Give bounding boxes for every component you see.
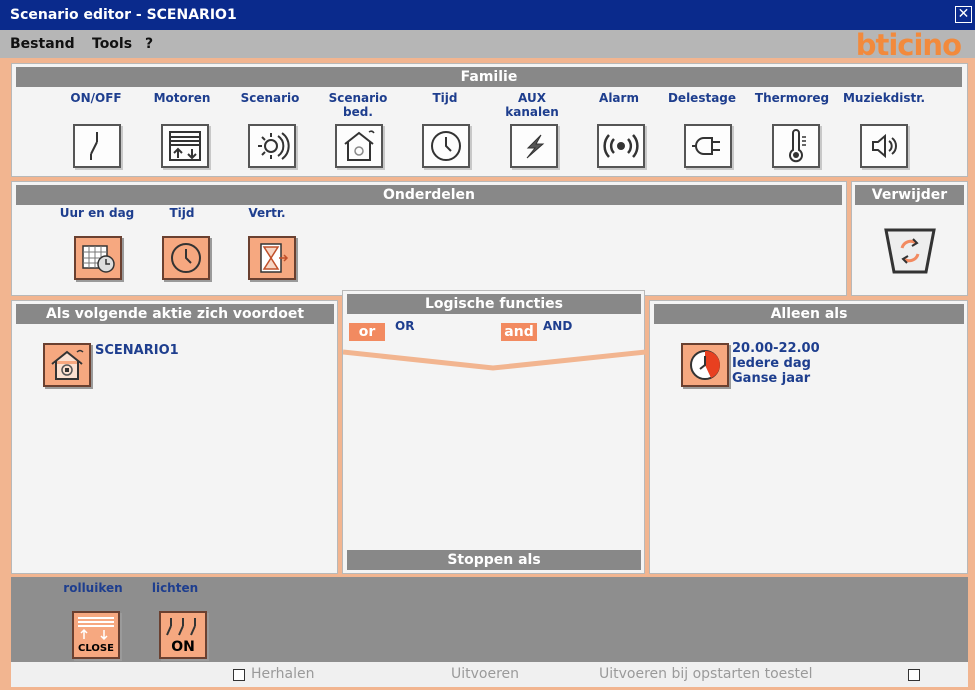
hourglass-icon[interactable]	[248, 236, 296, 280]
onderdelen-panel: Onderdelen Uur en dag Tijd Vertr.	[11, 181, 847, 296]
familie-label-muziek: Muziekdistr.	[842, 91, 926, 105]
on-badge: ON	[171, 639, 195, 655]
lightning-icon[interactable]	[510, 124, 558, 168]
action-label-rolluiken: rolluiken	[63, 581, 123, 595]
and-button[interactable]: and	[501, 323, 537, 341]
close-badge: CLOSE	[78, 643, 114, 654]
and-label: AND	[543, 319, 573, 333]
alleen-panel: Alleen als 20.00-22.00 Iedere dag Ganse …	[649, 300, 968, 574]
familie-title: Familie	[16, 67, 962, 87]
shutter-close-icon[interactable]: CLOSE	[72, 611, 120, 659]
familie-label-aux: AUX kanalen	[505, 91, 559, 119]
logische-panel: Logische functies or OR and AND Stoppen …	[342, 290, 646, 574]
menu-help[interactable]: ?	[145, 36, 153, 52]
familie-label-scenario-bed: Scenario bed.	[328, 91, 388, 119]
onderdelen-title: Onderdelen	[16, 185, 842, 205]
menu-tools[interactable]: Tools	[92, 36, 132, 52]
speaker-icon[interactable]	[860, 124, 908, 168]
onderdelen-label-vertr: Vertr.	[248, 206, 286, 220]
menu-bestand[interactable]: Bestand	[10, 36, 75, 52]
bticino-logo: bticino	[855, 28, 962, 62]
alarm-icon[interactable]	[597, 124, 645, 168]
shutter-icon[interactable]	[161, 124, 209, 168]
execute-button[interactable]: Uitvoeren	[451, 666, 519, 682]
recycle-bin-icon[interactable]	[882, 226, 938, 276]
familie-label-scenario: Scenario	[240, 91, 300, 105]
scenario-house-icon[interactable]	[335, 124, 383, 168]
familie-label-delestage: Delestage	[667, 91, 737, 105]
window-title: Scenario editor - SCENARIO1	[10, 7, 237, 23]
als-title: Als volgende aktie zich voordoet	[16, 304, 334, 324]
clock-icon[interactable]	[422, 124, 470, 168]
clock-icon[interactable]	[162, 236, 210, 280]
execute-startup-checkbox[interactable]	[908, 669, 920, 681]
plug-icon[interactable]	[684, 124, 732, 168]
repeat-label: Herhalen	[251, 666, 315, 682]
scenario-icon[interactable]	[248, 124, 296, 168]
action-label-lichten: lichten	[151, 581, 199, 595]
verwijder-panel: Verwijder	[851, 181, 968, 296]
familie-label-tijd: Tijd	[432, 91, 458, 105]
switch-icon[interactable]	[73, 124, 121, 168]
thermometer-icon[interactable]	[772, 124, 820, 168]
repeat-checkbox[interactable]	[233, 669, 245, 681]
or-button[interactable]: or	[349, 323, 385, 341]
menu-bar: Bestand Tools ? bticino	[0, 28, 975, 62]
alleen-title: Alleen als	[654, 304, 964, 324]
time-condition-icon[interactable]	[681, 343, 729, 387]
verwijder-title: Verwijder	[855, 185, 964, 205]
condition-time: 20.00-22.00	[732, 341, 820, 356]
onderdelen-label-tijd: Tijd	[169, 206, 195, 220]
als-panel: Als volgende aktie zich voordoet SCENARI…	[11, 300, 338, 574]
scenario-trigger-icon[interactable]	[43, 343, 91, 387]
trigger-label: SCENARIO1	[95, 343, 179, 358]
stoppen-title: Stoppen als	[347, 550, 641, 570]
lights-on-icon[interactable]: ON	[159, 611, 207, 659]
close-icon[interactable]: ✕	[955, 6, 972, 23]
familie-label-thermoreg: Thermoreg	[754, 91, 830, 105]
execute-startup-label: Uitvoeren bij opstarten toestel	[599, 666, 813, 682]
familie-label-motoren: Motoren	[153, 91, 211, 105]
condition-day: Iedere dag	[732, 356, 811, 371]
onderdelen-label-uur: Uur en dag	[59, 206, 135, 220]
scenario-editor-window: Scenario editor - SCENARIO1 ✕ Bestand To…	[0, 0, 975, 690]
familie-label-alarm: Alarm	[599, 91, 639, 105]
footer-bar: Herhalen Uitvoeren Uitvoeren bij opstart…	[11, 662, 968, 687]
calendar-clock-icon[interactable]	[74, 236, 122, 280]
or-label: OR	[395, 319, 415, 333]
familie-panel: Familie ON/OFF Motoren Scenario Scenario…	[11, 63, 968, 177]
title-bar: Scenario editor - SCENARIO1 ✕	[0, 0, 975, 30]
logische-title: Logische functies	[347, 294, 641, 314]
familie-label-onoff: ON/OFF	[70, 91, 122, 105]
condition-year: Ganse jaar	[732, 371, 811, 386]
logic-divider	[343, 349, 646, 371]
